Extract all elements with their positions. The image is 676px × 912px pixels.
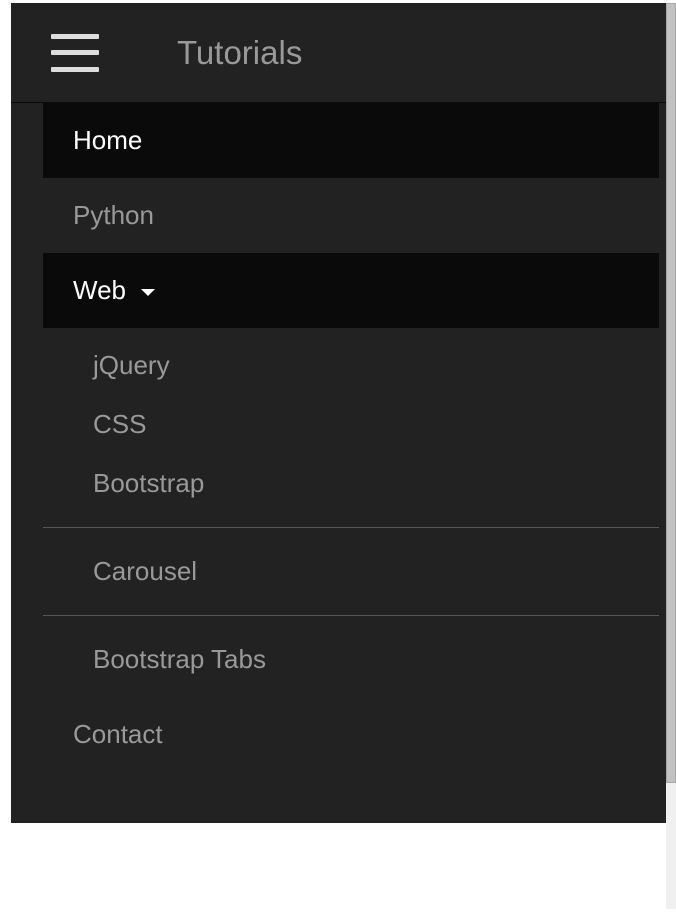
nav-link-home[interactable]: Home (43, 103, 659, 178)
nav-item-web: Web jQuery CSS Bootstrap Carousel (43, 253, 659, 697)
hamburger-bar (51, 50, 99, 55)
dropdown-link-bootstrap-tabs[interactable]: Bootstrap Tabs (43, 630, 659, 689)
nav-menu: Home Python Web jQuery CSS (11, 103, 667, 772)
navbar-header: Tutorials (11, 3, 667, 103)
dropdown-divider (43, 615, 659, 616)
nav-link-python[interactable]: Python (43, 178, 659, 253)
hamburger-bar (51, 67, 99, 72)
scrollbar-thumb[interactable] (666, 3, 676, 783)
dropdown-item-bootstrap: Bootstrap (43, 454, 659, 513)
hamburger-menu-icon[interactable] (51, 34, 99, 72)
app-container: Tutorials Home Python Web jQuery (11, 3, 667, 823)
dropdown-item-jquery: jQuery (43, 336, 659, 395)
hamburger-bar (51, 34, 99, 39)
nav-link-web-label: Web (73, 275, 126, 305)
dropdown-item-bootstrap-tabs: Bootstrap Tabs (43, 630, 659, 689)
nav-link-web[interactable]: Web (43, 253, 659, 328)
nav-link-contact[interactable]: Contact (43, 697, 659, 772)
viewport: Tutorials Home Python Web jQuery (0, 0, 676, 912)
nav-item-contact: Contact (43, 697, 659, 772)
dropdown-link-bootstrap[interactable]: Bootstrap (43, 454, 659, 513)
nav-item-python: Python (43, 178, 659, 253)
dropdown-link-carousel[interactable]: Carousel (43, 542, 659, 601)
dropdown-item-carousel: Carousel (43, 542, 659, 601)
dropdown-divider (43, 527, 659, 528)
brand-title[interactable]: Tutorials (177, 34, 302, 72)
caret-down-icon (141, 289, 155, 296)
dropdown-link-css[interactable]: CSS (43, 395, 659, 454)
dropdown-item-css: CSS (43, 395, 659, 454)
nav-item-home: Home (43, 103, 659, 178)
dropdown-link-jquery[interactable]: jQuery (43, 336, 659, 395)
dropdown-menu-web: jQuery CSS Bootstrap Carousel Bootstrap … (43, 328, 659, 697)
